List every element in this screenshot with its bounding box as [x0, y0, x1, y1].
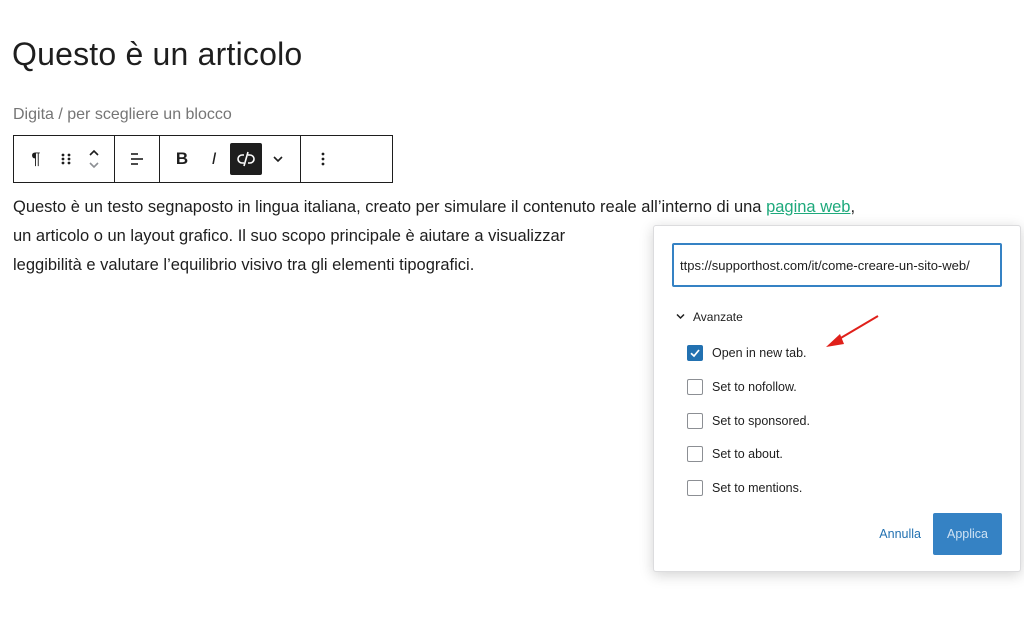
chevron-down-icon[interactable]: [262, 143, 294, 175]
option-label: Set to sponsored.: [712, 414, 810, 428]
advanced-toggle[interactable]: Avanzate: [676, 310, 743, 324]
post-title[interactable]: Questo è un articolo: [12, 36, 302, 73]
more-vertical-icon[interactable]: [307, 143, 339, 175]
checkbox[interactable]: [687, 413, 703, 429]
open-new-tab-option[interactable]: Open in new tab.: [687, 345, 807, 361]
align-left-icon[interactable]: [121, 143, 153, 175]
cancel-button[interactable]: Annulla: [879, 527, 921, 541]
link-url-input[interactable]: [672, 243, 1002, 287]
popover-actions: Annulla Applica: [879, 513, 1002, 555]
nofollow-option[interactable]: Set to nofollow.: [687, 379, 797, 395]
mentions-option[interactable]: Set to mentions.: [687, 480, 802, 496]
checkbox-checked[interactable]: [687, 345, 703, 361]
pilcrow-icon[interactable]: ¶: [20, 143, 52, 175]
format-group: B I: [160, 136, 301, 182]
option-label: Set to about.: [712, 447, 783, 461]
sponsored-option[interactable]: Set to sponsored.: [687, 413, 810, 429]
drag-handle-icon[interactable]: [52, 143, 80, 175]
align-group: [115, 136, 160, 182]
italic-button[interactable]: I: [198, 143, 230, 175]
paragraph-link[interactable]: pagina web: [766, 198, 850, 216]
option-label: Set to nofollow.: [712, 380, 797, 394]
unlink-icon[interactable]: [230, 143, 262, 175]
checkbox[interactable]: [687, 446, 703, 462]
link-popover: Avanzate Open in new tab. Set to nofollo…: [653, 225, 1021, 572]
checkbox[interactable]: [687, 379, 703, 395]
checkbox[interactable]: [687, 480, 703, 496]
move-up-down-icon[interactable]: [80, 143, 108, 175]
paragraph-text-before-link: Questo è un testo segnaposto in lingua i…: [13, 198, 767, 216]
paragraph-text-after-link: ,: [850, 198, 856, 216]
bold-button[interactable]: B: [166, 143, 198, 175]
block-toolbar: ¶ B I: [13, 135, 393, 183]
apply-button[interactable]: Applica: [933, 513, 1002, 555]
paragraph-line-1: Questo è un testo segnaposto in lingua i…: [13, 193, 1013, 222]
annotation-arrow-icon: [826, 315, 879, 347]
chevron-down-icon: [676, 312, 685, 323]
options-group: [301, 136, 345, 182]
block-controls-group: ¶: [14, 136, 115, 182]
block-placeholder[interactable]: Digita / per scegliere un blocco: [13, 106, 232, 124]
about-option[interactable]: Set to about.: [687, 446, 783, 462]
advanced-label: Avanzate: [693, 310, 743, 324]
option-label: Set to mentions.: [712, 481, 803, 495]
option-label: Open in new tab.: [712, 346, 807, 360]
